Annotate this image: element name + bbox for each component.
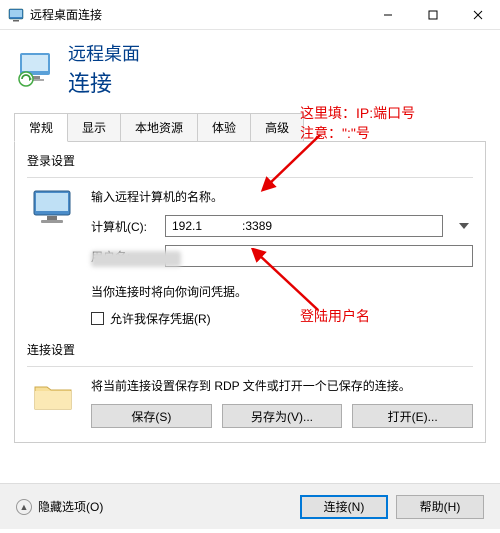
app-icon (8, 7, 24, 23)
tab-panel-general: 登录设置 输入远程计算机的名称。 计算机(C): (14, 141, 486, 443)
computer-label: 计算机(C): (91, 218, 165, 235)
save-credentials-label: 允许我保存凭据(R) (110, 310, 211, 327)
hide-options-label: 隐藏选项(O) (38, 498, 103, 515)
tab-advanced[interactable]: 高级 (250, 113, 304, 142)
tab-general[interactable]: 常规 (14, 113, 68, 142)
login-icon-area (27, 188, 79, 327)
login-group-title: 登录设置 (27, 152, 473, 169)
separator (27, 177, 473, 178)
hide-options-toggle[interactable]: ▲ 隐藏选项(O) (16, 498, 300, 515)
close-button[interactable] (455, 0, 500, 30)
header-text: 远程桌面 连接 (68, 40, 140, 98)
tab-display[interactable]: 显示 (67, 113, 121, 142)
computer-dropdown-arrow[interactable] (455, 215, 473, 237)
login-settings-group: 登录设置 输入远程计算机的名称。 计算机(C): (27, 152, 473, 327)
minimize-button[interactable] (365, 0, 410, 30)
window-title: 远程桌面连接 (30, 6, 365, 23)
monitor-icon (31, 188, 75, 226)
connection-settings-group: 连接设置 将当前连接设置保存到 RDP 文件或打开一个已保存的连接。 保存(S)… (27, 341, 473, 428)
credential-note: 当你连接时将向你询问凭据。 (91, 283, 473, 300)
tab-local-resources[interactable]: 本地资源 (120, 113, 198, 142)
bottom-bar: ▲ 隐藏选项(O) 连接(N) 帮助(H) (0, 483, 500, 529)
folder-icon (31, 377, 75, 415)
conn-group-title: 连接设置 (27, 341, 473, 358)
maximize-button[interactable] (410, 0, 455, 30)
conn-intro: 将当前连接设置保存到 RDP 文件或打开一个已保存的连接。 (91, 377, 473, 394)
dialog-header: 远程桌面 连接 (0, 30, 500, 112)
help-button[interactable]: 帮助(H) (396, 495, 484, 519)
separator (27, 366, 473, 367)
collapse-icon: ▲ (16, 499, 32, 515)
window-controls (365, 0, 500, 30)
tab-strip: 常规 显示 本地资源 体验 高级 (0, 112, 500, 141)
save-as-button[interactable]: 另存为(V)... (222, 404, 343, 428)
rdp-icon (16, 49, 56, 89)
username-input[interactable] (165, 245, 473, 267)
blurred-username (91, 251, 181, 267)
open-button[interactable]: 打开(E)... (352, 404, 473, 428)
conn-icon-area (27, 377, 79, 428)
save-button[interactable]: 保存(S) (91, 404, 212, 428)
computer-input[interactable] (165, 215, 443, 237)
connect-button[interactable]: 连接(N) (300, 495, 388, 519)
save-credentials-checkbox[interactable] (91, 312, 104, 325)
header-line2: 连接 (68, 66, 140, 98)
tab-experience[interactable]: 体验 (197, 113, 251, 142)
login-intro: 输入远程计算机的名称。 (91, 188, 473, 205)
header-line1: 远程桌面 (68, 40, 140, 66)
titlebar: 远程桌面连接 (0, 0, 500, 30)
